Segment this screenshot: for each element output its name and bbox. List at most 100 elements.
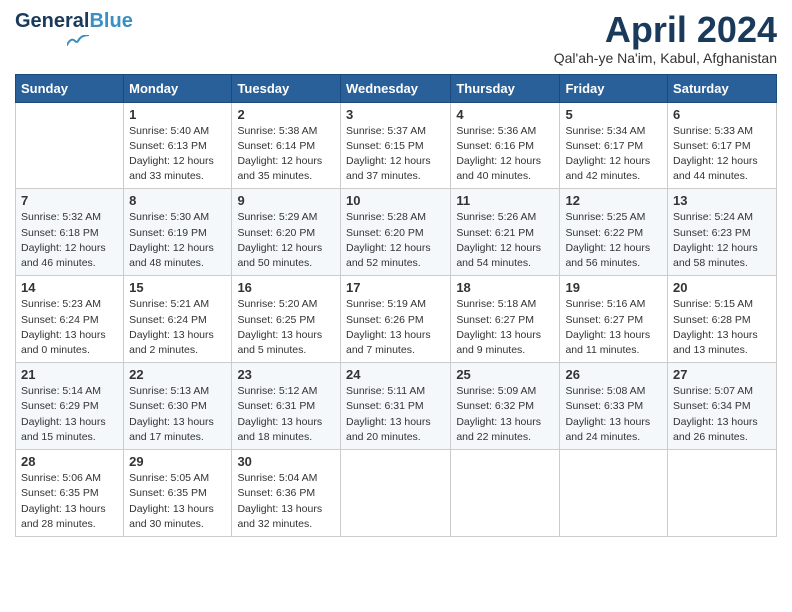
day-info: Sunrise: 5:30 AMSunset: 6:19 PMDaylight:… bbox=[129, 210, 226, 271]
day-number: 7 bbox=[21, 193, 118, 208]
day-number: 26 bbox=[565, 367, 662, 382]
day-number: 8 bbox=[129, 193, 226, 208]
day-info: Sunrise: 5:36 AMSunset: 6:16 PMDaylight:… bbox=[456, 124, 554, 185]
day-info: Sunrise: 5:38 AMSunset: 6:14 PMDaylight:… bbox=[237, 124, 335, 185]
calendar-cell: 13Sunrise: 5:24 AMSunset: 6:23 PMDayligh… bbox=[668, 189, 777, 276]
day-number: 6 bbox=[673, 107, 771, 122]
day-info: Sunrise: 5:20 AMSunset: 6:25 PMDaylight:… bbox=[237, 297, 335, 358]
weekday-header-wednesday: Wednesday bbox=[340, 74, 450, 102]
calendar-cell: 10 Sunrise: 5:28 AMSunset: 6:20 PMDayligh… bbox=[340, 189, 450, 276]
weekday-header-monday: Monday bbox=[124, 74, 232, 102]
calendar-cell: 19 Sunrise: 5:16 AMSunset: 6:27 PMDayligh… bbox=[560, 276, 668, 363]
calendar-cell: 11 Sunrise: 5:26 AMSunset: 6:21 PMDayligh… bbox=[451, 189, 560, 276]
day-info: Sunrise: 5:21 AMSunset: 6:24 PMDaylight:… bbox=[129, 297, 226, 358]
calendar-cell: 30Sunrise: 5:04 AMSunset: 6:36 PMDayligh… bbox=[232, 450, 341, 537]
day-info: Sunrise: 5:15 AMSunset: 6:28 PMDaylight:… bbox=[673, 297, 771, 358]
day-info: Sunrise: 5:18 AMSunset: 6:27 PMDaylight:… bbox=[456, 297, 554, 358]
day-number: 4 bbox=[456, 107, 554, 122]
calendar-cell: 23 Sunrise: 5:12 AMSunset: 6:31 PMDayligh… bbox=[232, 363, 341, 450]
page-header: GeneralBlue April 2024 Qal'ah-ye Na'im, … bbox=[15, 10, 777, 66]
weekday-header-saturday: Saturday bbox=[668, 74, 777, 102]
calendar-week-1: 1 Sunrise: 5:40 AMSunset: 6:13 PMDaylight… bbox=[16, 102, 777, 189]
day-info: Sunrise: 5:32 AMSunset: 6:18 PMDaylight:… bbox=[21, 210, 118, 271]
day-number: 9 bbox=[237, 193, 335, 208]
day-number: 22 bbox=[129, 367, 226, 382]
calendar-cell: 22 Sunrise: 5:13 AMSunset: 6:30 PMDayligh… bbox=[124, 363, 232, 450]
day-number: 14 bbox=[21, 280, 118, 295]
day-info: Sunrise: 5:26 AMSunset: 6:21 PMDaylight:… bbox=[456, 210, 554, 271]
weekday-header-tuesday: Tuesday bbox=[232, 74, 341, 102]
calendar-cell: 6 Sunrise: 5:33 AMSunset: 6:17 PMDaylight… bbox=[668, 102, 777, 189]
calendar-cell: 27 Sunrise: 5:07 AMSunset: 6:34 PMDayligh… bbox=[668, 363, 777, 450]
day-info: Sunrise: 5:33 AMSunset: 6:17 PMDaylight:… bbox=[673, 124, 771, 185]
logo-bird-icon bbox=[67, 35, 89, 47]
calendar-cell: 5 Sunrise: 5:34 AMSunset: 6:17 PMDaylight… bbox=[560, 102, 668, 189]
calendar-cell bbox=[668, 450, 777, 537]
day-number: 5 bbox=[565, 107, 662, 122]
logo-general: General bbox=[15, 10, 89, 32]
day-number: 27 bbox=[673, 367, 771, 382]
calendar-cell: 24Sunrise: 5:11 AMSunset: 6:31 PMDayligh… bbox=[340, 363, 450, 450]
calendar-week-5: 28Sunrise: 5:06 AMSunset: 6:35 PMDayligh… bbox=[16, 450, 777, 537]
calendar-cell: 12 Sunrise: 5:25 AMSunset: 6:22 PMDayligh… bbox=[560, 189, 668, 276]
day-number: 20 bbox=[673, 280, 771, 295]
day-number: 17 bbox=[346, 280, 445, 295]
day-number: 12 bbox=[565, 193, 662, 208]
day-number: 30 bbox=[237, 454, 335, 469]
day-info: Sunrise: 5:16 AMSunset: 6:27 PMDaylight:… bbox=[565, 297, 662, 358]
calendar-week-2: 7 Sunrise: 5:32 AMSunset: 6:18 PMDaylight… bbox=[16, 189, 777, 276]
calendar-cell: 8 Sunrise: 5:30 AMSunset: 6:19 PMDaylight… bbox=[124, 189, 232, 276]
calendar-cell: 29 Sunrise: 5:05 AMSunset: 6:35 PMDayligh… bbox=[124, 450, 232, 537]
day-number: 10 bbox=[346, 193, 445, 208]
calendar-cell: 1 Sunrise: 5:40 AMSunset: 6:13 PMDaylight… bbox=[124, 102, 232, 189]
calendar-cell: 21Sunrise: 5:14 AMSunset: 6:29 PMDayligh… bbox=[16, 363, 124, 450]
calendar-cell bbox=[16, 102, 124, 189]
calendar-cell: 16 Sunrise: 5:20 AMSunset: 6:25 PMDayligh… bbox=[232, 276, 341, 363]
calendar-cell bbox=[340, 450, 450, 537]
logo-blue: Blue bbox=[89, 10, 132, 32]
calendar-week-3: 14Sunrise: 5:23 AMSunset: 6:24 PMDayligh… bbox=[16, 276, 777, 363]
calendar-cell: 9 Sunrise: 5:29 AMSunset: 6:20 PMDaylight… bbox=[232, 189, 341, 276]
day-info: Sunrise: 5:19 AMSunset: 6:26 PMDaylight:… bbox=[346, 297, 445, 358]
title-section: April 2024 Qal'ah-ye Na'im, Kabul, Afgha… bbox=[554, 10, 777, 66]
day-number: 18 bbox=[456, 280, 554, 295]
day-number: 19 bbox=[565, 280, 662, 295]
day-info: Sunrise: 5:40 AMSunset: 6:13 PMDaylight:… bbox=[129, 124, 226, 185]
calendar-cell: 14Sunrise: 5:23 AMSunset: 6:24 PMDayligh… bbox=[16, 276, 124, 363]
calendar-cell: 2 Sunrise: 5:38 AMSunset: 6:14 PMDaylight… bbox=[232, 102, 341, 189]
day-number: 23 bbox=[237, 367, 335, 382]
location-subtitle: Qal'ah-ye Na'im, Kabul, Afghanistan bbox=[554, 50, 777, 66]
day-number: 25 bbox=[456, 367, 554, 382]
day-number: 11 bbox=[456, 193, 554, 208]
day-number: 3 bbox=[346, 107, 445, 122]
calendar-cell: 20 Sunrise: 5:15 AMSunset: 6:28 PMDayligh… bbox=[668, 276, 777, 363]
day-info: Sunrise: 5:12 AMSunset: 6:31 PMDaylight:… bbox=[237, 384, 335, 445]
day-number: 2 bbox=[237, 107, 335, 122]
day-number: 15 bbox=[129, 280, 226, 295]
day-info: Sunrise: 5:28 AMSunset: 6:20 PMDaylight:… bbox=[346, 210, 445, 271]
calendar-cell: 28Sunrise: 5:06 AMSunset: 6:35 PMDayligh… bbox=[16, 450, 124, 537]
day-number: 24 bbox=[346, 367, 445, 382]
day-info: Sunrise: 5:09 AMSunset: 6:32 PMDaylight:… bbox=[456, 384, 554, 445]
day-info: Sunrise: 5:37 AMSunset: 6:15 PMDaylight:… bbox=[346, 124, 445, 185]
weekday-header-friday: Friday bbox=[560, 74, 668, 102]
day-info: Sunrise: 5:25 AMSunset: 6:22 PMDaylight:… bbox=[565, 210, 662, 271]
logo: GeneralBlue bbox=[15, 10, 133, 47]
day-info: Sunrise: 5:14 AMSunset: 6:29 PMDaylight:… bbox=[21, 384, 118, 445]
day-number: 13 bbox=[673, 193, 771, 208]
day-info: Sunrise: 5:34 AMSunset: 6:17 PMDaylight:… bbox=[565, 124, 662, 185]
day-number: 16 bbox=[237, 280, 335, 295]
calendar-cell: 25 Sunrise: 5:09 AMSunset: 6:32 PMDayligh… bbox=[451, 363, 560, 450]
calendar-cell bbox=[451, 450, 560, 537]
day-info: Sunrise: 5:06 AMSunset: 6:35 PMDaylight:… bbox=[21, 471, 118, 532]
day-number: 29 bbox=[129, 454, 226, 469]
day-info: Sunrise: 5:05 AMSunset: 6:35 PMDaylight:… bbox=[129, 471, 226, 532]
day-info: Sunrise: 5:13 AMSunset: 6:30 PMDaylight:… bbox=[129, 384, 226, 445]
day-info: Sunrise: 5:07 AMSunset: 6:34 PMDaylight:… bbox=[673, 384, 771, 445]
day-number: 1 bbox=[129, 107, 226, 122]
calendar-cell: 17 Sunrise: 5:19 AMSunset: 6:26 PMDayligh… bbox=[340, 276, 450, 363]
weekday-header-sunday: Sunday bbox=[16, 74, 124, 102]
calendar-cell: 3 Sunrise: 5:37 AMSunset: 6:15 PMDaylight… bbox=[340, 102, 450, 189]
day-info: Sunrise: 5:29 AMSunset: 6:20 PMDaylight:… bbox=[237, 210, 335, 271]
month-title: April 2024 bbox=[554, 10, 777, 50]
